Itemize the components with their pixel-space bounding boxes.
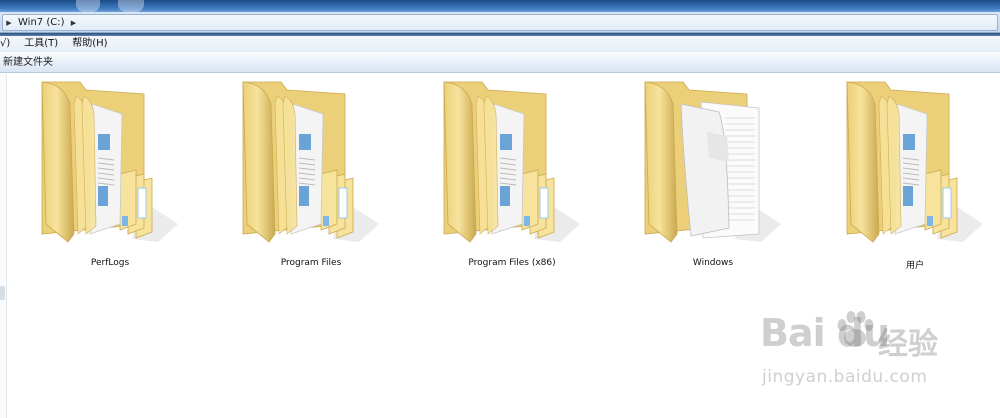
folder-item-windows[interactable]: Windows bbox=[643, 74, 783, 274]
folder-item-label: PerfLogs bbox=[90, 258, 130, 268]
folder-with-blank-pages-icon bbox=[644, 81, 781, 243]
menu-item-help[interactable]: 帮助(H) bbox=[65, 36, 114, 52]
command-toolbar: 新建文件夹 bbox=[0, 52, 1000, 73]
navigation-pane-edge[interactable] bbox=[0, 74, 7, 418]
menu-item-tools[interactable]: 工具(T) bbox=[17, 36, 65, 52]
titlebar-glass-highlight bbox=[76, 0, 100, 12]
baidu-jingyan-watermark: Bai du 经验 jingyan.baidu.com bbox=[760, 305, 960, 400]
folder-item-label: 用户 bbox=[905, 261, 924, 271]
folder-with-documents-icon bbox=[846, 81, 983, 243]
folder-item-label: Program Files bbox=[280, 258, 342, 268]
breadcrumb-arrow-icon[interactable]: ▶ bbox=[67, 19, 79, 27]
breadcrumb-arrow-icon[interactable]: ▶ bbox=[3, 19, 15, 27]
watermark-cn-text: 经验 bbox=[878, 327, 938, 362]
menu-bar: √) 工具(T) 帮助(H) bbox=[0, 36, 1000, 52]
titlebar-glass-highlight bbox=[118, 0, 144, 12]
folder-item-label: Windows bbox=[692, 258, 734, 268]
address-breadcrumb[interactable]: ▶ Win7 (C:) ▶ bbox=[2, 14, 998, 31]
watermark-url-text: jingyan.baidu.com bbox=[762, 367, 928, 387]
window-titlebar bbox=[0, 0, 1000, 12]
folder-with-documents-icon bbox=[242, 81, 379, 243]
folder-item-label: Program Files (x86) bbox=[468, 258, 556, 268]
folder-item-perflogs[interactable]: PerfLogs bbox=[40, 74, 180, 274]
breadcrumb-item-drive[interactable]: Win7 (C:) bbox=[15, 17, 67, 28]
new-folder-button[interactable]: 新建文件夹 bbox=[0, 53, 59, 72]
address-bar: ▶ Win7 (C:) ▶ bbox=[0, 12, 1000, 33]
menu-item-view[interactable]: √) bbox=[0, 36, 17, 52]
folder-item-program-files[interactable]: Program Files bbox=[241, 74, 381, 274]
folder-with-documents-icon bbox=[41, 81, 178, 243]
folder-item-program-files-x86[interactable]: Program Files (x86) bbox=[442, 74, 582, 274]
paw-icon bbox=[837, 311, 874, 347]
splitter-handle[interactable] bbox=[0, 286, 5, 300]
folder-item-users[interactable]: 用户 bbox=[845, 74, 985, 274]
folder-with-documents-icon bbox=[443, 81, 580, 243]
